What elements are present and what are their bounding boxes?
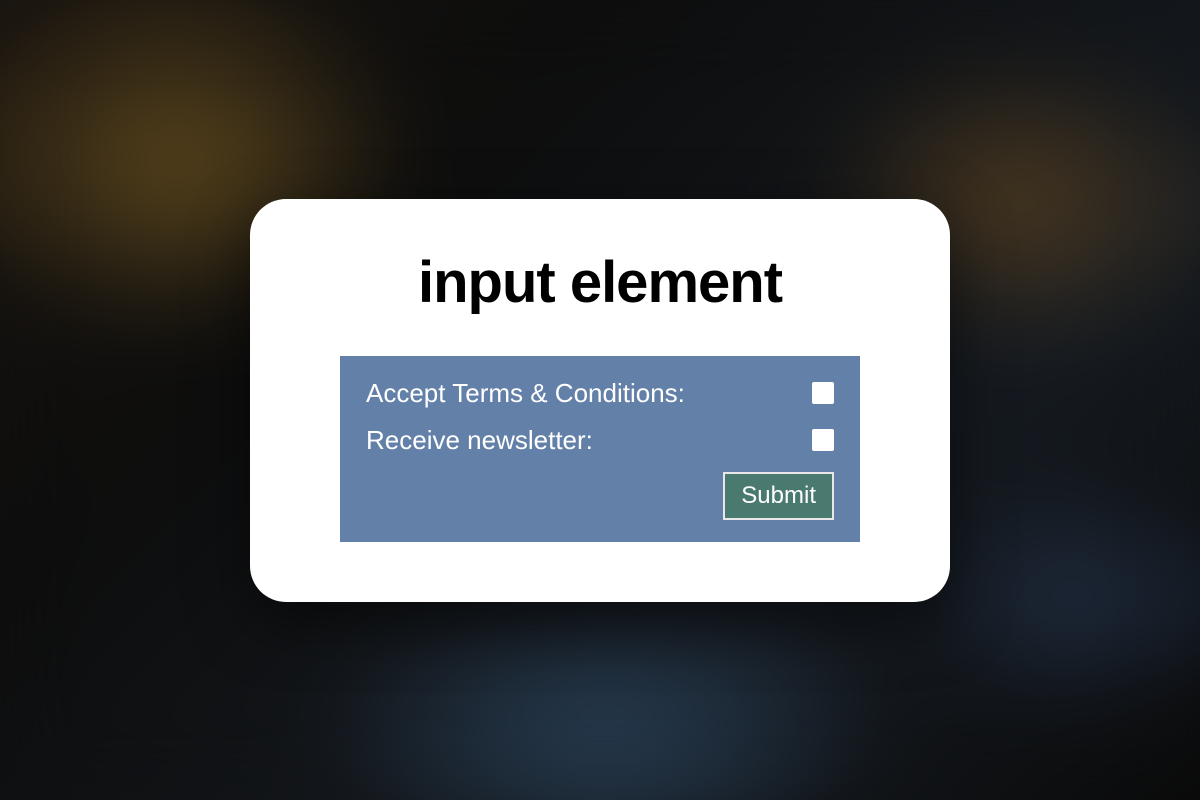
form-panel: Accept Terms & Conditions: Receive newsl… — [340, 356, 860, 542]
newsletter-checkbox[interactable] — [812, 429, 834, 451]
terms-row: Accept Terms & Conditions: — [366, 378, 834, 409]
button-row: Submit — [366, 472, 834, 520]
terms-checkbox[interactable] — [812, 382, 834, 404]
newsletter-row: Receive newsletter: — [366, 425, 834, 456]
example-card: input element Accept Terms & Conditions:… — [250, 199, 950, 602]
newsletter-label: Receive newsletter: — [366, 425, 593, 456]
page-title: input element — [310, 249, 890, 316]
submit-button[interactable]: Submit — [723, 472, 834, 520]
terms-label: Accept Terms & Conditions: — [366, 378, 685, 409]
